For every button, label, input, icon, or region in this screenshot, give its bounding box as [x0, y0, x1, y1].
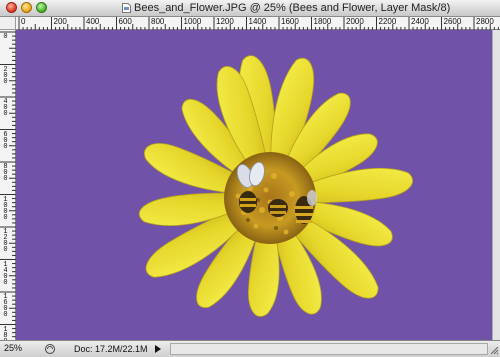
ruler-label: 800 [151, 17, 165, 26]
zoom-level-field[interactable]: 25% [2, 343, 38, 354]
resize-grip-icon[interactable] [489, 345, 499, 355]
ruler-label: 2800 [476, 17, 494, 26]
horizontal-ruler[interactable]: 0 200 400 600 800 1000 1200 1400 1600 1800 2000 220… [16, 17, 500, 30]
ruler-label: 200 [53, 17, 67, 26]
ruler-label: 600 [3, 130, 8, 151]
ruler-label: 2200 [378, 17, 397, 26]
vertical-ruler[interactable]: 020040060080010001200140016001800 [0, 30, 16, 351]
ruler-label: 800 [3, 163, 8, 183]
ruler-label: 1200 [216, 17, 234, 26]
ruler-label: 1200 [3, 228, 8, 254]
ruler-label: 1800 [313, 17, 332, 26]
ruler-label: 1400 [3, 260, 8, 287]
document-window: Bees_and_Flower.JPG @ 25% (Bees and Flow… [0, 0, 500, 357]
quick-mask-icon[interactable] [44, 343, 56, 355]
ruler-label: 1600 [3, 293, 8, 319]
window-title: Bees_and_Flower.JPG @ 25% (Bees and Flow… [134, 2, 451, 14]
ruler-label: 200 [3, 65, 8, 86]
document-icon [122, 3, 131, 13]
bee-2 [268, 199, 288, 217]
ruler-label: 0 [21, 17, 26, 26]
triangle-right-icon[interactable] [154, 344, 162, 354]
close-icon[interactable] [6, 2, 17, 13]
ruler-label: 2000 [346, 17, 364, 26]
ruler-label: 400 [3, 98, 8, 118]
ruler-label: 1400 [248, 17, 267, 26]
ruler-label: 1600 [281, 17, 299, 26]
ruler-label: 1000 [3, 195, 8, 222]
ruler-label: 1000 [183, 17, 202, 26]
image-canvas[interactable] [16, 30, 492, 340]
ruler-origin[interactable] [0, 17, 16, 30]
title-bar[interactable]: Bees_and_Flower.JPG @ 25% (Bees and Flow… [0, 0, 500, 17]
minimize-icon[interactable] [21, 2, 32, 13]
ruler-label: 400 [86, 17, 100, 26]
ruler-label: 600 [118, 17, 132, 26]
ruler-label: 2600 [443, 17, 462, 26]
document-size-info: Doc: 17.2M/22.1M [74, 344, 148, 354]
ruler-label: 0 [3, 33, 8, 41]
vertical-scrollbar[interactable] [492, 30, 500, 340]
status-bar: 25% Doc: 17.2M/22.1M [0, 340, 500, 357]
flower-with-bees-image [138, 55, 413, 317]
horizontal-scrollbar[interactable] [170, 343, 488, 355]
zoom-icon[interactable] [36, 2, 47, 13]
ruler-label: 2400 [411, 17, 429, 26]
